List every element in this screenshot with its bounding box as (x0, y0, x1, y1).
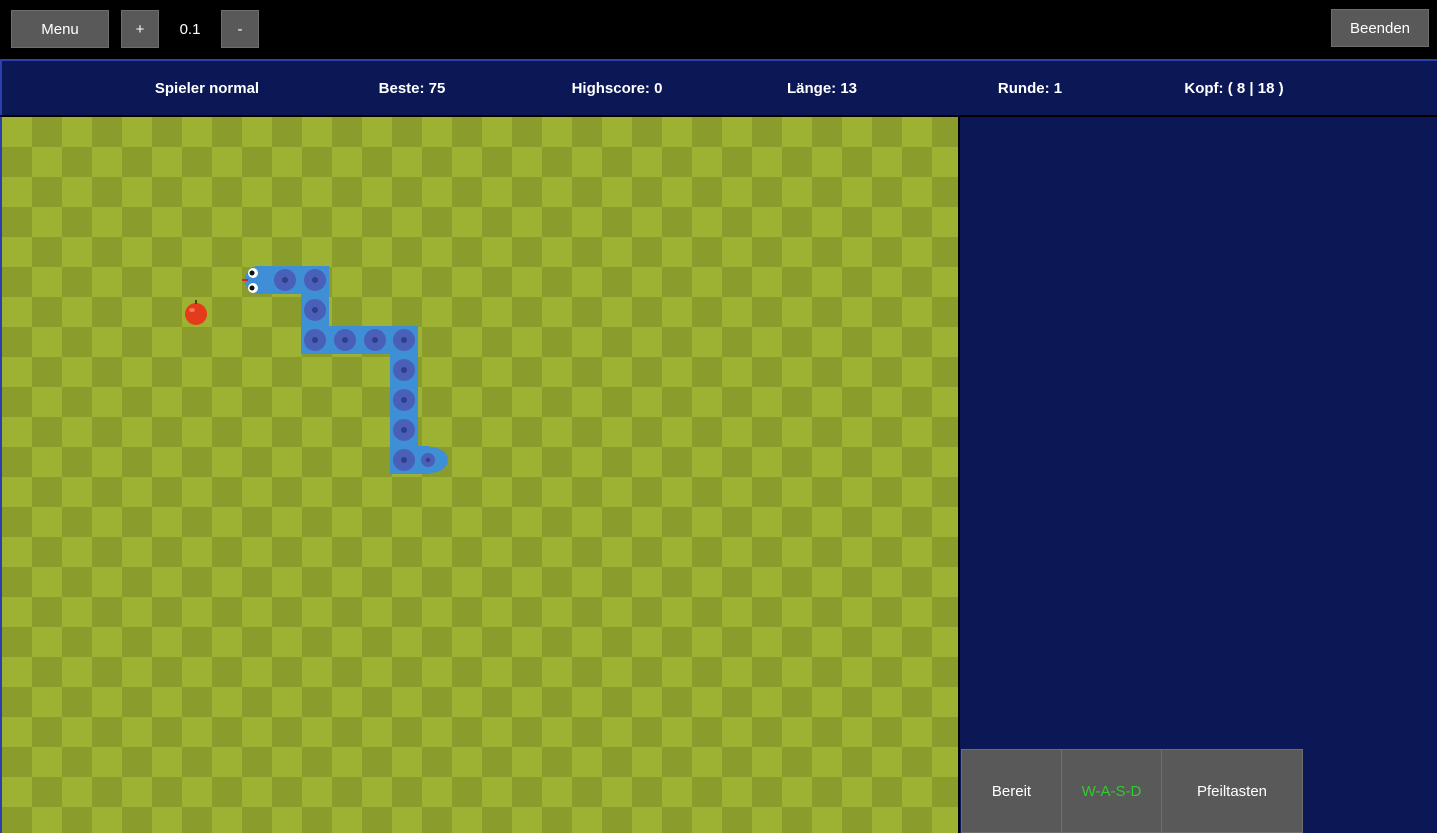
ready-button[interactable]: Bereit (961, 749, 1062, 833)
game-board (2, 117, 958, 833)
speed-value: 0.1 (179, 20, 201, 38)
arrow-keys-button[interactable]: Pfeiltasten (1161, 749, 1303, 833)
speed-decrease-button[interactable]: - (221, 10, 259, 48)
board-layer (185, 266, 448, 474)
speed-increase-button[interactable]: + (121, 10, 159, 48)
snake-head (242, 266, 271, 294)
snake-tongue (242, 279, 248, 281)
player-mode: Spieler normal (154, 80, 260, 97)
snake-length: Länge: 13 (786, 80, 858, 97)
best-score: Beste: 75 (378, 80, 446, 97)
stats-bar: Spieler normal Beste: 75 Highscore: 0 Lä… (0, 59, 1437, 116)
apple-icon (185, 300, 207, 325)
quit-button[interactable]: Beenden (1331, 9, 1429, 47)
head-position: Kopf: ( 8 | 18 ) (1184, 80, 1284, 97)
round-number: Runde: 1 (997, 80, 1063, 97)
wasd-controls-button[interactable]: W-A-S-D (1061, 749, 1162, 833)
menu-button[interactable]: Menu (11, 10, 109, 48)
side-panel (960, 117, 1437, 833)
top-toolbar: Menu + 0.1 - Beenden (0, 0, 1437, 59)
highscore: Highscore: 0 (571, 80, 663, 97)
